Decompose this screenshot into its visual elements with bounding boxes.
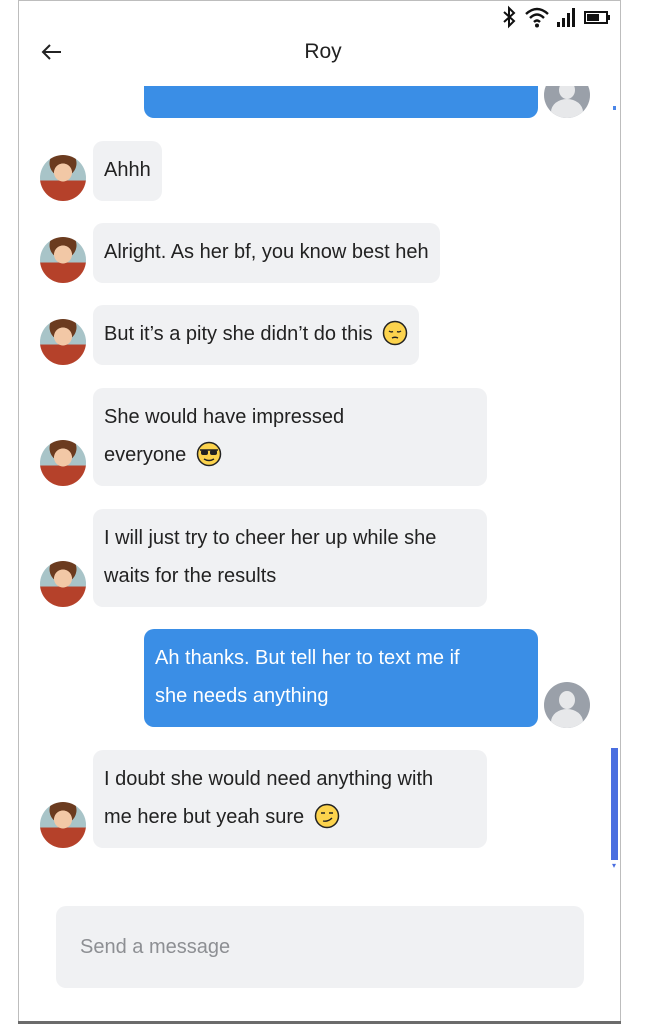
message-bubble-incoming[interactable]: Alright. As her bf, you know best heh — [93, 223, 440, 283]
scrollbar-thumb[interactable] — [611, 748, 618, 860]
scroll-down-arrow-icon[interactable]: ▾ — [612, 862, 616, 870]
sunglasses-face-emoji — [196, 441, 222, 466]
message-text-line: everyone — [104, 444, 187, 466]
scrollbar-top — [613, 106, 616, 110]
message-list[interactable]: Ahhh Alright. As her bf, you know best h… — [19, 86, 619, 886]
message-text: Ahhh — [104, 159, 151, 181]
message-text-line: I doubt she would need anything with — [104, 768, 434, 790]
smirk-face-emoji — [314, 803, 339, 828]
message-bubble-incoming[interactable]: I will just try to cheer her up while sh… — [93, 509, 487, 607]
bluetooth-icon — [503, 5, 516, 29]
pensive-face-emoji — [382, 320, 408, 345]
message-bubble-outgoing[interactable]: Ah thanks. But tell her to text me if sh… — [144, 629, 538, 727]
wifi-icon — [525, 7, 549, 28]
status-bar — [500, 4, 612, 30]
message-composer — [56, 906, 584, 988]
contact-avatar — [40, 802, 86, 848]
message-bubble-incoming[interactable]: But it’s a pity she didn’t do this — [93, 305, 420, 365]
message-input[interactable] — [78, 934, 562, 960]
battery-icon — [584, 11, 610, 24]
message-text-line: She would have impressed — [104, 406, 345, 428]
contact-avatar — [40, 155, 86, 201]
contact-avatar — [40, 561, 86, 607]
signal-icon — [557, 8, 575, 27]
contact-avatar — [40, 440, 86, 486]
message-bubble-incoming[interactable]: I doubt she would need anything with me … — [93, 750, 487, 848]
message-text: But it’s a pity she didn’t do this — [104, 323, 373, 345]
message-text-line: waits for the results — [104, 565, 277, 587]
contact-avatar — [40, 237, 86, 283]
user-avatar — [544, 86, 590, 118]
chat-title: Roy — [304, 40, 342, 63]
message-bubble-outgoing[interactable] — [144, 86, 538, 118]
message-text-line: me here but yeah sure — [104, 806, 305, 828]
contact-avatar — [40, 319, 86, 365]
screen-frame-right — [620, 0, 621, 1024]
message-text-line: I will just try to cheer her up while sh… — [104, 527, 437, 549]
user-avatar — [544, 682, 590, 728]
message-text-line: she needs anything — [155, 685, 329, 707]
message-bubble-incoming[interactable]: She would have impressed everyone — [93, 388, 487, 486]
message-bubble-incoming[interactable]: Ahhh — [93, 141, 162, 201]
screen-frame-top — [18, 0, 621, 1]
message-text: Alright. As her bf, you know best heh — [104, 241, 429, 263]
message-text-line: Ah thanks. But tell her to text me if — [155, 647, 460, 669]
